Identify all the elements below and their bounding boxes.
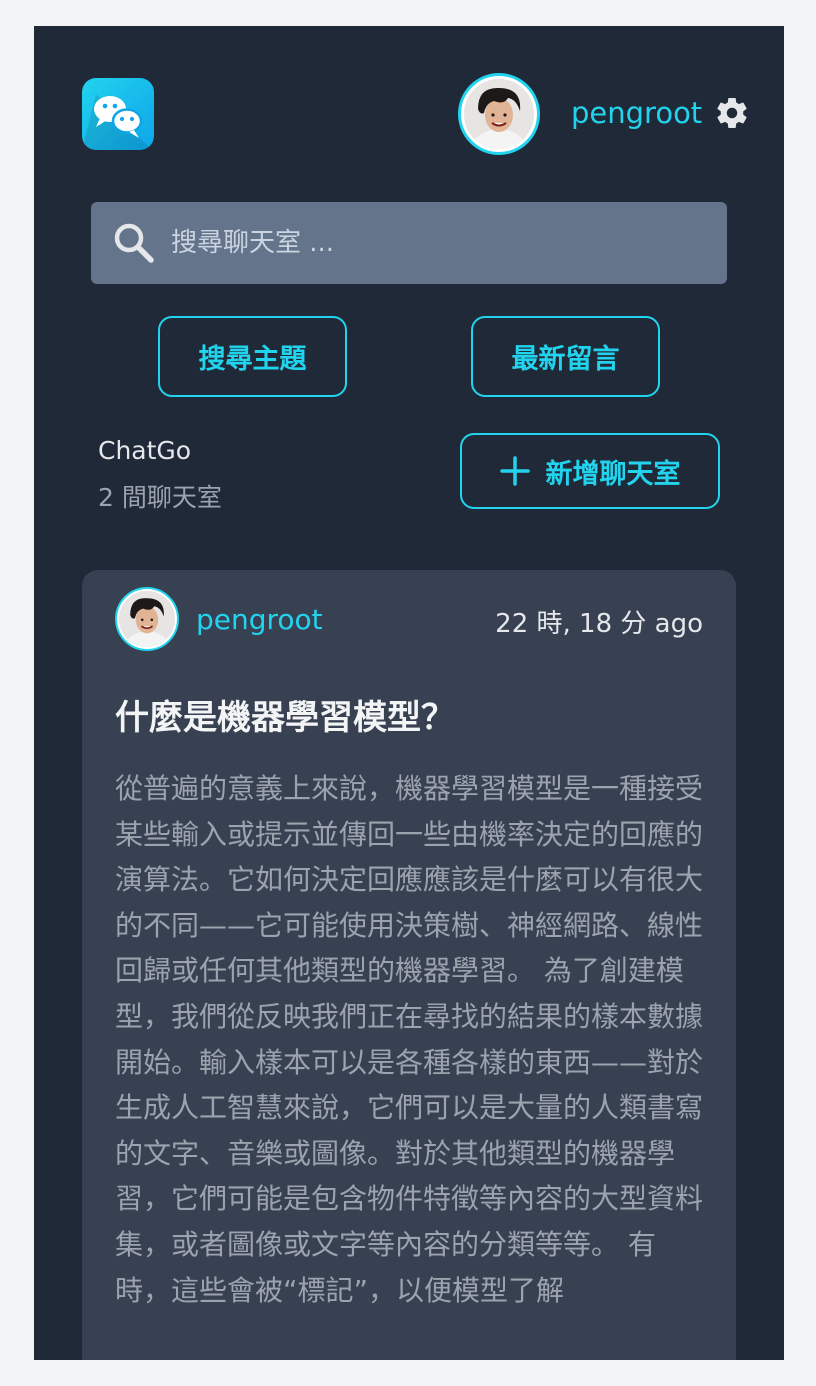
post-author-avatar[interactable] <box>115 587 179 651</box>
gear-icon[interactable] <box>714 95 750 131</box>
post-body: 從普遍的意義上來說，機器學習模型是一種接受某些輸入或提示並傳回一些由機率決定的回… <box>115 772 704 1307</box>
app-logo[interactable] <box>82 78 154 150</box>
add-room-label: 新增聊天室 <box>545 458 681 490</box>
search-icon <box>114 223 154 263</box>
app-frame: pengroot 搜尋主題 最新留言 ChatGo 2 間聊天室 新增聊天室 <box>34 26 784 1360</box>
site-name: ChatGo <box>98 436 192 465</box>
add-room-button[interactable]: 新增聊天室 <box>460 433 720 509</box>
latest-messages-button[interactable]: 最新留言 <box>471 316 660 397</box>
user-photo-icon <box>119 591 175 647</box>
search-input[interactable] <box>171 220 701 266</box>
plus-icon <box>499 456 530 486</box>
post-card[interactable]: pengroot 22 時, 18 分 ago 什麼是機器學習模型？ 從普遍的意… <box>82 570 736 1360</box>
search-bar[interactable] <box>91 202 727 284</box>
post-title[interactable]: 什麼是機器學習模型？ <box>115 690 455 739</box>
search-topic-button[interactable]: 搜尋主題 <box>158 316 347 397</box>
room-count: 2 間聊天室 <box>98 483 222 512</box>
chat-bubbles-icon <box>82 94 154 150</box>
header-username[interactable]: pengroot <box>571 96 702 130</box>
post-timestamp: 22 時, 18 分 ago <box>495 609 703 639</box>
post-author-name[interactable]: pengroot <box>196 603 323 636</box>
user-photo-icon <box>464 79 534 149</box>
user-avatar[interactable] <box>458 73 540 155</box>
